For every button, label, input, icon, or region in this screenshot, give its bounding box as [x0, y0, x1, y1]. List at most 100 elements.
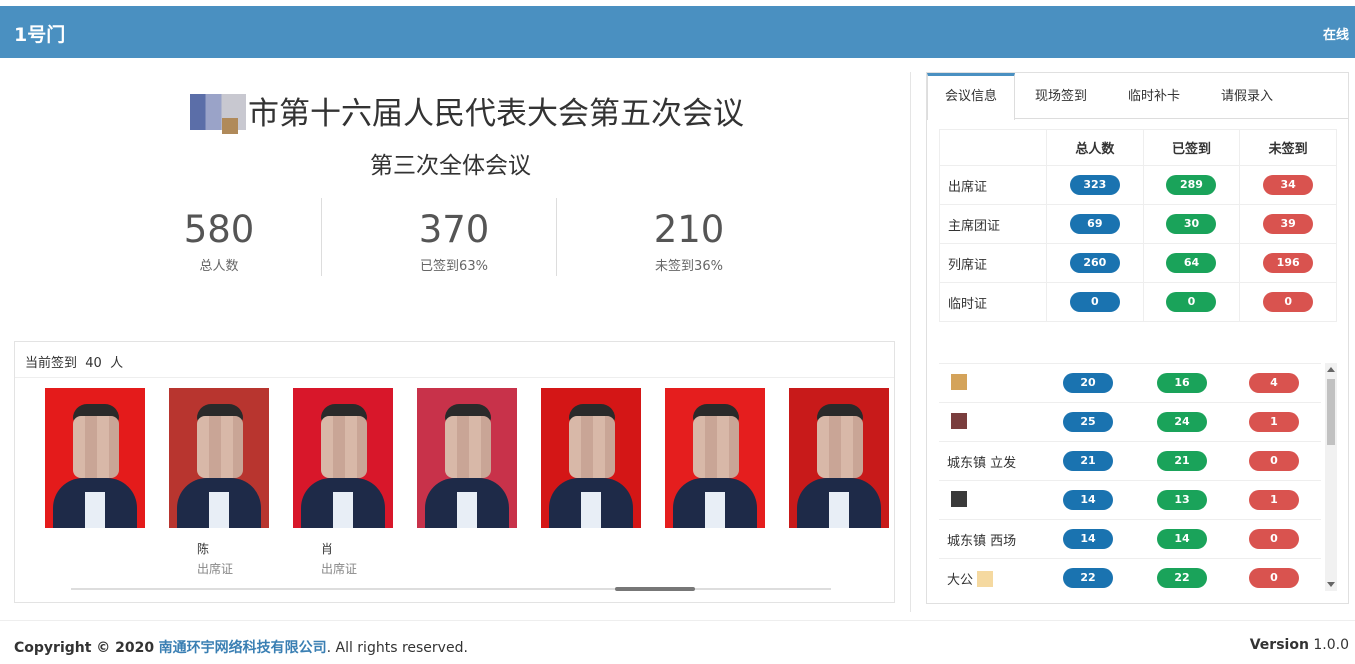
summary-unsigned-cell: 0 — [1239, 282, 1337, 322]
person-name: 陈 — [197, 542, 210, 556]
group-label: 大公 — [947, 569, 994, 588]
group-label — [947, 413, 967, 430]
group-row[interactable]: 14 13 1 — [939, 480, 1321, 519]
redacted-face — [569, 416, 615, 478]
photo-shirt — [209, 492, 229, 528]
person-name — [45, 540, 145, 554]
group-row[interactable]: 25 24 1 — [939, 402, 1321, 441]
checkin-panel: 当前签到 40 人 陈出席证肖出席证 — [14, 341, 895, 603]
group-row[interactable]: 城东镇 立发 21 21 0 — [939, 441, 1321, 480]
summary-signed-cell: 64 — [1142, 243, 1241, 283]
version-label: Version — [1249, 637, 1309, 653]
copyright-prefix: Copyright © 2020 — [14, 640, 155, 656]
stat-divider — [321, 198, 322, 276]
group-total-pill: 22 — [1063, 568, 1113, 588]
group-signed-pill: 13 — [1157, 490, 1207, 510]
redacted-face — [817, 416, 863, 478]
group-total-pill: 14 — [1063, 529, 1113, 549]
summary-unsigned-cell: 39 — [1239, 204, 1337, 244]
person-photo — [665, 388, 765, 528]
group-list[interactable]: 20 16 4 25 24 1 城东镇 立发 21 21 0 14 13 1 城东镇 西场 14 14 0 大公 2… — [939, 363, 1321, 595]
unsigned-pill: 196 — [1263, 253, 1314, 273]
stat-total-value: 580 — [183, 208, 255, 251]
group-signed-pill: 21 — [1157, 451, 1207, 471]
group-label — [947, 491, 967, 508]
gate-title: 1号门 — [14, 24, 66, 46]
photo-shirt — [85, 492, 105, 528]
group-label-text: 城东镇 西场 — [947, 534, 1017, 549]
summary-table: 总人数 已签到 未签到 出席证 323 289 34 主席团证 69 30 39 列席证 260 6… — [939, 129, 1337, 322]
scroll-up-icon[interactable] — [1327, 367, 1335, 372]
tab-onsite-checkin[interactable]: 现场签到 — [1035, 73, 1087, 119]
summary-row-label: 列席证 — [939, 243, 1047, 283]
group-unsigned-pill: 0 — [1249, 529, 1299, 549]
total-pill: 323 — [1069, 175, 1120, 195]
tab-meeting-info[interactable]: 会议信息 — [927, 73, 1015, 120]
group-total-pill: 14 — [1063, 490, 1113, 510]
redacted-label — [977, 571, 994, 587]
summary-total-cell: 0 — [1046, 282, 1144, 322]
stat-unsigned-label: 未签到36% — [655, 259, 723, 274]
signed-pill: 30 — [1166, 214, 1217, 234]
signed-pill: 64 — [1166, 253, 1217, 273]
online-status: 在线 — [1322, 28, 1349, 43]
scroll-thumb[interactable] — [1327, 379, 1335, 445]
horizontal-scroll-thumb[interactable] — [615, 587, 695, 591]
summary-unsigned-cell: 34 — [1239, 165, 1337, 205]
summary-row: 列席证 260 64 196 — [939, 243, 1337, 283]
redacted-label — [951, 374, 967, 390]
summary-col-total: 总人数 — [1046, 129, 1144, 166]
person-card[interactable] — [45, 388, 145, 578]
redacted-label — [951, 413, 967, 429]
person-card[interactable]: 陈出席证 — [169, 388, 269, 578]
total-pill: 260 — [1069, 253, 1120, 273]
redacted-label — [951, 491, 967, 507]
unsigned-pill: 34 — [1263, 175, 1314, 195]
total-pill: 69 — [1069, 214, 1120, 234]
group-signed-pill: 14 — [1157, 529, 1207, 549]
signed-pill: 289 — [1166, 175, 1217, 195]
horizontal-scroll-track[interactable] — [71, 588, 831, 590]
people-cards[interactable]: 陈出席证肖出席证 — [45, 388, 895, 588]
person-photo — [293, 388, 393, 528]
photo-shirt — [829, 492, 849, 528]
summary-total-cell: 69 — [1046, 204, 1144, 244]
person-card[interactable] — [541, 388, 641, 578]
version-number: 1.0.0 — [1313, 637, 1349, 653]
group-unsigned-pill: 0 — [1249, 451, 1299, 471]
person-card[interactable] — [417, 388, 517, 578]
tab-temp-card[interactable]: 临时补卡 — [1128, 73, 1180, 119]
summary-row: 出席证 323 289 34 — [939, 165, 1337, 205]
person-photo — [169, 388, 269, 528]
summary-total-cell: 323 — [1046, 165, 1144, 205]
top-bar: 1号门 在线 — [0, 6, 1355, 58]
summary-signed-cell: 30 — [1142, 204, 1241, 244]
unsigned-pill: 39 — [1263, 214, 1314, 234]
scroll-down-icon[interactable] — [1327, 582, 1335, 587]
person-card[interactable] — [665, 388, 765, 578]
photo-shirt — [333, 492, 353, 528]
summary-row-label: 出席证 — [939, 165, 1047, 205]
summary-row: 临时证 0 0 0 — [939, 282, 1337, 322]
summary-signed-cell: 289 — [1142, 165, 1241, 205]
group-total-pill: 21 — [1063, 451, 1113, 471]
group-row[interactable]: 大公 22 22 0 — [939, 558, 1321, 595]
group-signed-pill: 16 — [1157, 373, 1207, 393]
person-name — [665, 540, 765, 554]
stat-signed: 370 已签到63% — [344, 208, 564, 274]
group-label-text: 城东镇 立发 — [947, 456, 1017, 471]
group-label-text: 大公 — [947, 573, 974, 588]
group-row[interactable]: 20 16 4 — [939, 363, 1321, 402]
tab-leave-entry[interactable]: 请假录入 — [1221, 73, 1273, 119]
vertical-scrollbar[interactable] — [1325, 363, 1337, 591]
person-card[interactable] — [789, 388, 889, 578]
copyright: Copyright © 2020 南通环宇网络科技有限公司. All right… — [14, 637, 468, 657]
summary-row-label: 临时证 — [939, 282, 1047, 322]
photo-shirt — [581, 492, 601, 528]
company-link[interactable]: 南通环宇网络科技有限公司 — [159, 640, 327, 656]
person-card[interactable]: 肖出席证 — [293, 388, 393, 578]
group-row[interactable]: 城东镇 西场 14 14 0 — [939, 519, 1321, 558]
info-panel: 会议信息 现场签到 临时补卡 请假录入 总人数 已签到 未签到 出席证 323 28… — [926, 72, 1349, 604]
photo-shirt — [705, 492, 725, 528]
group-signed-pill: 22 — [1157, 568, 1207, 588]
